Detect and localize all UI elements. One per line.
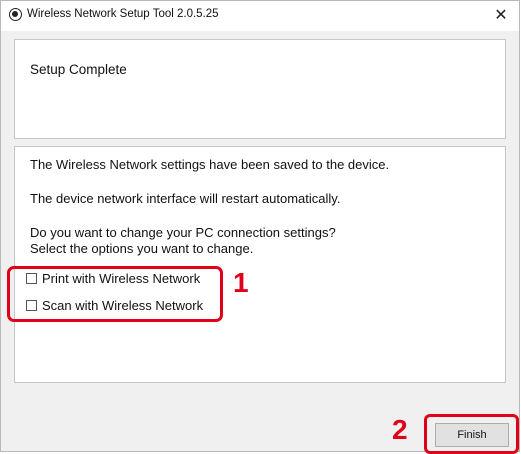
close-icon[interactable]: ✕ — [483, 1, 519, 31]
select-message: Select the options you want to change. — [30, 241, 254, 256]
setup-window: Wireless Network Setup Tool 2.0.5.25 ✕ S… — [0, 0, 520, 454]
question-message: Do you want to change your PC connection… — [30, 225, 336, 240]
title-bar: Wireless Network Setup Tool 2.0.5.25 ✕ — [1, 1, 519, 31]
step1-highlight — [7, 266, 223, 322]
content-panel: The Wireless Network settings have been … — [14, 146, 506, 383]
step2-number: 2 — [392, 414, 408, 445]
step1-number: 1 — [233, 267, 249, 298]
app-icon — [9, 8, 22, 21]
header-panel: Setup Complete — [14, 39, 506, 139]
page-title: Setup Complete — [30, 62, 127, 77]
finish-button[interactable]: Finish — [435, 423, 509, 447]
window-title: Wireless Network Setup Tool 2.0.5.25 — [27, 8, 219, 20]
saved-message: The Wireless Network settings have been … — [30, 157, 390, 172]
restart-message: The device network interface will restar… — [30, 191, 341, 206]
